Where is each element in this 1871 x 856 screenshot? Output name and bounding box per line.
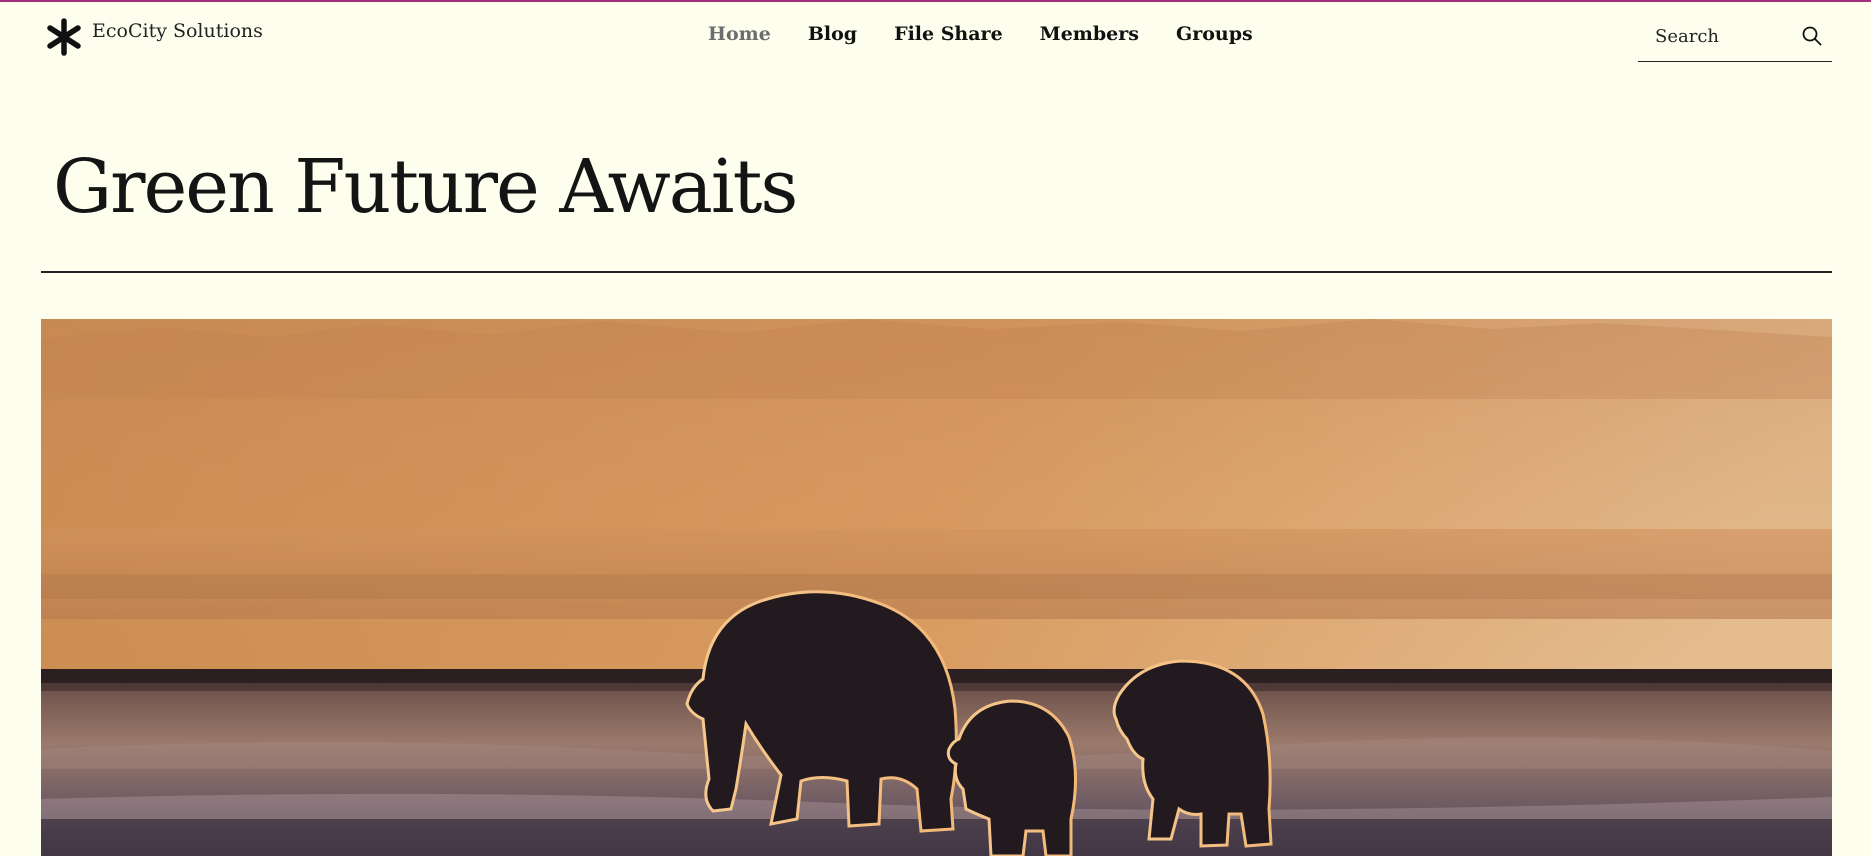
search-box — [1638, 15, 1832, 62]
main-nav: Home Blog File Share Members Groups — [708, 23, 1253, 45]
site-header: EcoCity Solutions Home Blog File Share M… — [0, 2, 1871, 72]
site-logo[interactable]: EcoCity Solutions — [44, 16, 263, 58]
nav-item-members[interactable]: Members — [1040, 23, 1139, 45]
search-icon[interactable] — [1800, 24, 1824, 48]
asterisk-icon — [47, 18, 81, 56]
nav-item-groups[interactable]: Groups — [1176, 23, 1253, 45]
page-title: Green Future Awaits — [53, 144, 798, 230]
hero-image — [41, 319, 1832, 856]
nav-item-blog[interactable]: Blog — [808, 23, 857, 45]
nav-item-home[interactable]: Home — [708, 23, 771, 45]
brand-name: EcoCity Solutions — [92, 20, 263, 42]
nav-item-file-share[interactable]: File Share — [894, 23, 1003, 45]
title-divider — [41, 271, 1832, 273]
search-input[interactable] — [1655, 21, 1795, 51]
